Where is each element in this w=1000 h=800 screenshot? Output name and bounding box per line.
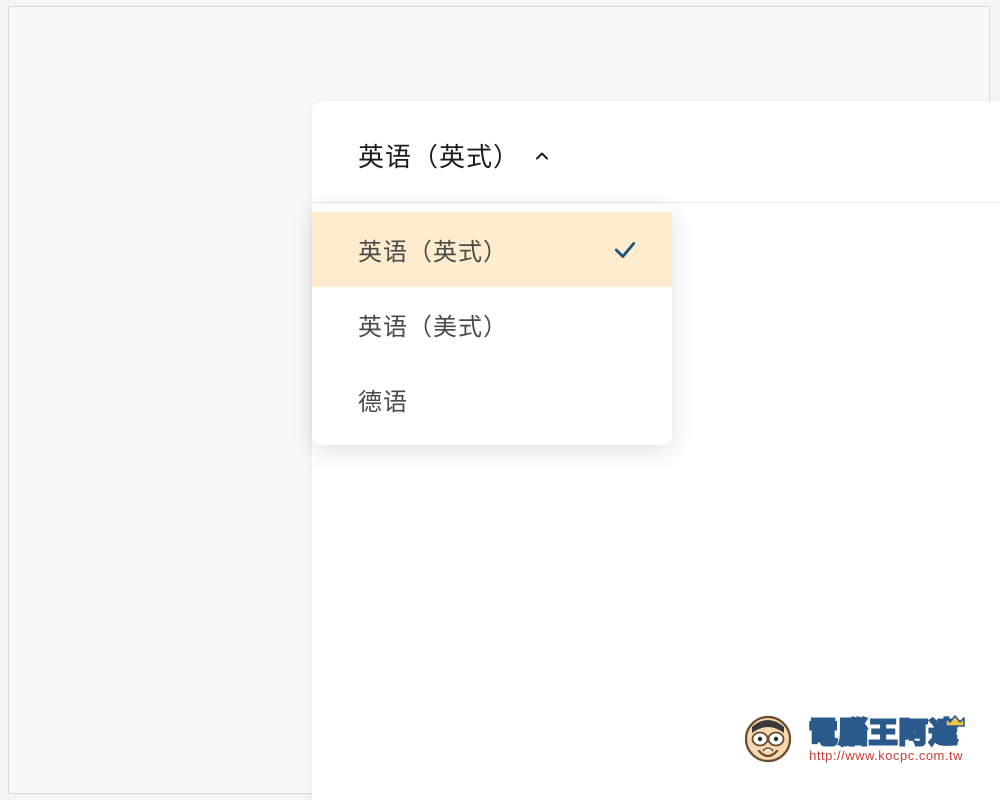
language-option-english-american[interactable]: 英语（美式）: [312, 287, 672, 362]
language-dropdown-trigger[interactable]: 英语（英式）: [358, 137, 552, 174]
screenshot-frame: 英语（英式） 文本以查看修改 以获取替换词或整句改 英语（英式） 英语（美式） …: [8, 6, 990, 794]
crown-icon: [944, 705, 966, 733]
language-option-label: 英语（美式）: [358, 307, 508, 342]
language-option-label: 英语（英式）: [358, 232, 508, 267]
watermark-mascot-icon: [737, 709, 799, 771]
language-current-label: 英语（英式）: [358, 137, 520, 174]
watermark-name: 電腦王阿達: [809, 719, 963, 747]
watermark: 電腦王阿達 http://www.kocpc.com.tw: [737, 709, 963, 771]
chevron-up-icon: [532, 146, 552, 166]
language-option-english-british[interactable]: 英语（英式）: [312, 212, 672, 287]
watermark-text: 電腦王阿達 http://www.kocpc.com.tw: [809, 719, 963, 762]
watermark-url: http://www.kocpc.com.tw: [809, 749, 963, 762]
language-option-german[interactable]: 德语: [312, 362, 672, 437]
check-icon: [612, 237, 638, 263]
panel-header: 英语（英式）: [312, 101, 1000, 203]
language-option-label: 德语: [358, 382, 408, 417]
language-dropdown-menu: 英语（英式） 英语（美式） 德语: [312, 204, 672, 445]
